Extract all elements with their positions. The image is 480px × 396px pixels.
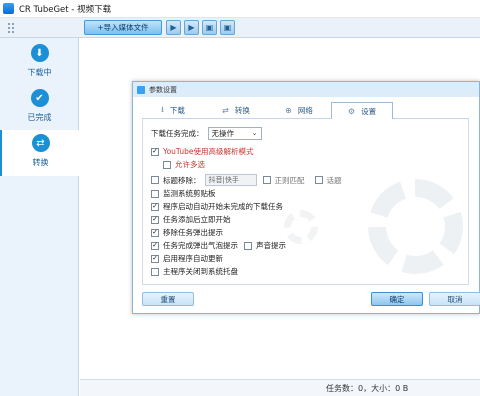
remove-prompt-label: 移除任务弹出提示 — [163, 228, 223, 237]
reset-button[interactable]: 重置 — [142, 292, 194, 306]
auto-update-row: ✓ 启用程序自动更新 — [151, 253, 223, 264]
topic-label: 话题 — [326, 175, 342, 185]
youtube-advanced-checkbox[interactable]: ✓ — [151, 147, 159, 156]
tab-label: 设置 — [361, 106, 377, 116]
monitor-clipboard-label: 监测系统剪贴板 — [163, 189, 216, 198]
download-icon: ⭳ — [161, 104, 164, 114]
start-on-add-checkbox[interactable]: ✓ — [151, 215, 159, 224]
cancel-button[interactable]: 取消 — [429, 292, 480, 306]
allow-multi-checkbox[interactable] — [163, 160, 171, 169]
tab-label: 下载 — [169, 106, 185, 115]
start-on-add-row: ✓ 任务添加后立即开始 — [151, 214, 231, 225]
sidebar: ⬇ 下载中 ✔ 已完成 ⇄ 转换 — [0, 38, 79, 396]
tab-label: 转换 — [234, 106, 250, 115]
download-icon: ⬇ — [30, 44, 49, 62]
dialog-title-bar[interactable]: 参数设置 — [133, 82, 479, 97]
import-media-button[interactable]: +导入媒体文件 — [84, 20, 162, 35]
youtube-advanced-label: YouTube使用高级解析模式 — [163, 147, 254, 156]
toolbar-grip[interactable] — [8, 23, 14, 33]
tab-settings[interactable]: ⚙ 设置 — [331, 102, 393, 120]
convert-icon: ⇄ — [222, 106, 229, 115]
status-bar: 任务数：0，大小：0 B — [80, 379, 480, 396]
auto-update-label: 启用程序自动更新 — [163, 254, 223, 263]
sidebar-item-label: 已完成 — [27, 113, 52, 122]
gear-watermark-icon — [284, 210, 318, 244]
app-logo-icon — [3, 3, 14, 14]
sound-checkbox[interactable] — [244, 241, 252, 250]
monitor-clipboard-row: 监测系统剪贴板 — [151, 188, 216, 199]
sidebar-item-label: 转换 — [32, 158, 49, 167]
tab-download[interactable]: ⭳ 下载 — [142, 102, 204, 119]
title-bar: CR TubeGet - 视频下载 — [0, 0, 480, 18]
sidebar-item-convert[interactable]: ⇄ 转换 — [0, 130, 79, 176]
play-icon[interactable]: ▶ — [184, 20, 199, 35]
settings-panel: 下载任务完成： 无操作 ⌄ ✓ YouTube使用高级解析模式 允许多选 标题移… — [142, 119, 469, 285]
auto-start-checkbox[interactable]: ✓ — [151, 202, 159, 211]
sidebar-item-label: 下载中 — [27, 68, 52, 77]
auto-update-checkbox[interactable]: ✓ — [151, 254, 159, 263]
sound-label: 声音提示 — [256, 241, 286, 250]
regex-label: 正则匹配 — [274, 175, 305, 185]
tab-network[interactable]: ⊕ 网络 — [268, 102, 330, 119]
close-to-tray-checkbox[interactable] — [151, 267, 159, 276]
ok-button[interactable]: 确定 — [371, 292, 423, 306]
settings-dialog: 参数设置 ⭳ 下载 ⇄ 转换 ⊕ 网络 ⚙ 设置 下载任务完成： 无操作 ⌄ ✓… — [132, 81, 480, 314]
convert-icon: ⇄ — [31, 134, 50, 152]
globe-icon: ⊕ — [285, 106, 292, 115]
allow-multi-label: 允许多选 — [175, 160, 205, 169]
start-on-add-label: 任务添加后立即开始 — [163, 215, 231, 224]
settings-tabs: ⭳ 下载 ⇄ 转换 ⊕ 网络 ⚙ 设置 — [142, 102, 469, 120]
remove-prompt-checkbox[interactable]: ✓ — [151, 228, 159, 237]
remove-title-label: 标题移除： — [163, 175, 201, 185]
sidebar-item-downloading[interactable]: ⬇ 下载中 — [0, 40, 79, 86]
on-complete-row: 下载任务完成： 无操作 ⌄ — [151, 127, 262, 140]
on-complete-select[interactable]: 无操作 ⌄ — [207, 127, 262, 140]
image-icon[interactable]: ▣ — [220, 20, 235, 35]
bubble-checkbox[interactable]: ✓ — [151, 241, 159, 250]
check-icon: ✔ — [30, 89, 49, 107]
sidebar-item-completed[interactable]: ✔ 已完成 — [0, 85, 79, 131]
tab-label: 网络 — [297, 106, 313, 115]
auto-start-row: ✓ 程序启动自动开始未完成的下载任务 — [151, 201, 283, 212]
on-complete-label: 下载任务完成： — [151, 129, 204, 138]
tab-convert[interactable]: ⇄ 转换 — [205, 102, 267, 119]
bubble-label: 任务完成弹出气泡提示 — [163, 241, 238, 250]
status-text: 任务数：0，大小：0 B — [326, 384, 409, 393]
remove-title-row: 标题移除： 抖音|快手 正则匹配 话题 — [151, 174, 342, 186]
allow-multi-row: 允许多选 — [163, 159, 205, 170]
dialog-app-icon — [137, 85, 145, 94]
image-icon[interactable]: ▣ — [202, 20, 217, 35]
toolbar: +导入媒体文件 ▶ ▶ ▣ ▣ — [0, 18, 480, 38]
youtube-advanced-row: ✓ YouTube使用高级解析模式 — [151, 146, 254, 157]
remove-title-input[interactable]: 抖音|快手 — [204, 174, 257, 186]
close-to-tray-row: 主程序关闭到系统托盘 — [151, 266, 238, 277]
play-icon[interactable]: ▶ — [166, 20, 181, 35]
bubble-row: ✓ 任务完成弹出气泡提示 声音提示 — [151, 240, 286, 251]
window-title: CR TubeGet - 视频下载 — [19, 4, 112, 15]
regex-checkbox[interactable] — [262, 176, 271, 184]
dialog-title: 参数设置 — [149, 85, 177, 94]
remove-title-checkbox[interactable] — [151, 176, 159, 184]
chevron-down-icon: ⌄ — [251, 129, 258, 137]
topic-checkbox[interactable] — [314, 176, 323, 184]
remove-prompt-row: ✓ 移除任务弹出提示 — [151, 227, 223, 238]
close-to-tray-label: 主程序关闭到系统托盘 — [163, 267, 238, 276]
auto-start-label: 程序启动自动开始未完成的下载任务 — [163, 202, 283, 211]
gear-watermark-icon — [368, 179, 463, 274]
monitor-clipboard-checkbox[interactable] — [151, 189, 159, 198]
gear-icon: ⚙ — [347, 106, 356, 116]
